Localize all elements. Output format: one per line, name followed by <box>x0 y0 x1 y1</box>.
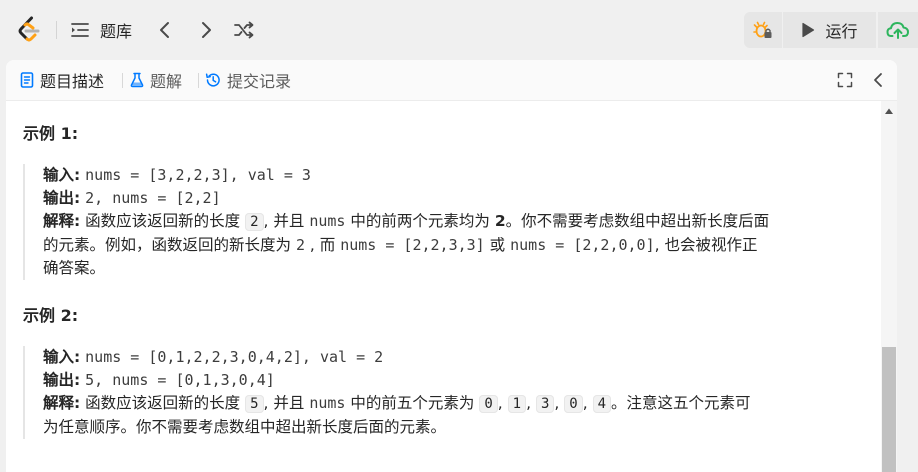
separator: , <box>497 394 503 412</box>
separator: , <box>582 394 588 412</box>
problem-list-button[interactable]: 题库 <box>70 16 132 44</box>
expand-icon <box>837 72 853 88</box>
problem-description-content: 示例 1: 输入: nums = [3,2,2,3], val = 3 输出: … <box>6 101 879 472</box>
explanation-text: , 并且 <box>263 212 305 230</box>
panel-tab-bar: 题目描述 题解 提交记录 <box>6 60 897 101</box>
tab-submissions-label: 提交记录 <box>227 72 292 91</box>
example-2-heading: 示例 2: <box>23 306 79 325</box>
chevron-left-icon <box>160 22 169 38</box>
explanation-text: , 也会被视作正 <box>654 236 758 254</box>
explanation-text: 函数应该返回新的长度 <box>85 212 241 230</box>
code-chip: 0 <box>564 395 583 413</box>
top-toolbar: 题库 运行 <box>0 0 918 59</box>
tab-solutions[interactable]: 题解 <box>130 60 182 100</box>
run-button-group: 运行 <box>744 12 876 48</box>
example-1-heading: 示例 1: <box>23 124 79 143</box>
run-button[interactable]: 运行 <box>783 12 876 48</box>
problem-list-label: 题库 <box>100 22 133 41</box>
input-label: 输入: <box>43 166 81 184</box>
triangle-up-icon <box>885 108 893 114</box>
description-icon <box>20 72 34 88</box>
code-chip: 3 <box>535 395 555 413</box>
code-chip: 0 <box>479 395 498 413</box>
shuffle-icon <box>234 21 254 39</box>
flask-icon <box>130 72 144 88</box>
code-text: nums <box>309 212 346 230</box>
explanation-text: 。注意这五个元素可 <box>611 394 751 412</box>
bold-value: 2 <box>494 212 506 230</box>
example-1-block: 输入: nums = [3,2,2,3], val = 3 输出: 2, num… <box>23 164 859 280</box>
code-chip: 4 <box>592 395 612 413</box>
code-text: nums = [2,2,0,0] <box>510 236 655 254</box>
separator: , <box>554 394 560 412</box>
tab-divider <box>122 73 123 88</box>
play-icon <box>802 22 815 38</box>
tab-submissions[interactable]: 提交记录 <box>205 60 291 100</box>
prev-problem-button[interactable] <box>151 16 179 44</box>
explanation-label: 解释: <box>43 394 81 412</box>
list-icon <box>71 23 89 37</box>
explanation-text: 的元素。例如，函数返回的新长度为 <box>43 236 292 254</box>
leetcode-logo-icon[interactable] <box>16 16 42 44</box>
explanation-text: 函数应该返回新的长度 <box>85 394 241 412</box>
explanation-text: , 并且 <box>263 394 305 412</box>
separator: , <box>526 394 532 412</box>
chevron-left-icon <box>874 73 882 87</box>
bug-lock-icon <box>753 21 772 38</box>
collapse-panel-button[interactable] <box>869 71 887 89</box>
input-value: nums = [3,2,2,3], val = 3 <box>85 166 311 184</box>
chevron-right-icon <box>202 22 211 38</box>
input-value: nums = [0,1,2,2,3,0,4,2], val = 2 <box>85 348 384 366</box>
explanation-label: 解释: <box>43 212 81 230</box>
tab-divider <box>198 73 199 88</box>
input-label: 输入: <box>43 348 81 366</box>
description-panel: 题目描述 题解 提交记录 示例 1: 输入: nums = [3,2,2,3],… <box>6 60 897 472</box>
fullscreen-button[interactable] <box>836 71 854 89</box>
code-chip: 5 <box>245 395 264 413</box>
code-chip: 2 <box>245 213 264 231</box>
explanation-text: 。你不需要考虑数组中超出新长度后面 <box>505 212 770 230</box>
tab-description[interactable]: 题目描述 <box>20 60 104 100</box>
tab-solutions-label: 题解 <box>150 72 183 91</box>
cloud-upload-icon <box>886 22 909 39</box>
run-label: 运行 <box>825 22 858 41</box>
code-text: 2 <box>295 236 305 254</box>
next-problem-button[interactable] <box>192 16 220 44</box>
explanation-text: 或 <box>489 236 506 254</box>
scroll-up-button[interactable] <box>881 104 897 118</box>
code-chip: 1 <box>507 395 527 413</box>
toolbar-divider <box>56 21 57 39</box>
example-2-block: 输入: nums = [0,1,2,2,3,0,4,2], val = 2 输出… <box>23 346 859 439</box>
output-value: 2, nums = [2,2] <box>85 189 221 207</box>
code-text: nums <box>309 394 346 412</box>
random-problem-button[interactable] <box>230 16 258 44</box>
code-text: nums = [2,2,3,3] <box>340 236 485 254</box>
debug-button[interactable] <box>744 12 782 48</box>
explanation-text: 中的前两个元素均为 <box>350 212 490 230</box>
history-icon <box>205 73 220 87</box>
explanation-text: 为任意顺序。你不需要考虑数组中超出新长度后面的元素。 <box>43 418 447 436</box>
adjacent-panel-strip <box>899 60 918 472</box>
explanation-text: 中的前五个元素为 <box>350 394 475 412</box>
submit-button[interactable] <box>878 12 918 48</box>
scrollbar-thumb[interactable] <box>882 347 896 472</box>
adjacent-panel-edge <box>899 60 918 472</box>
tab-description-label: 题目描述 <box>40 72 105 91</box>
output-value: 5, nums = [0,1,3,0,4] <box>85 371 275 389</box>
output-label: 输出: <box>43 189 81 207</box>
explanation-text: 确答案。 <box>43 259 106 277</box>
explanation-text: , 而 <box>309 236 336 254</box>
output-label: 输出: <box>43 371 81 389</box>
